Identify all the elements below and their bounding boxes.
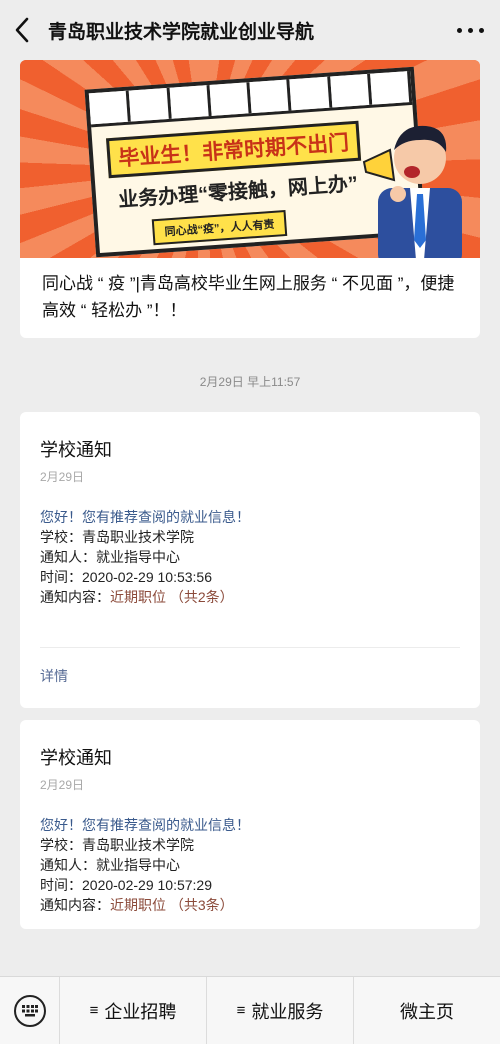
- notice-school: 青岛职业技术学院: [82, 529, 194, 545]
- notice-content: 近期职位 （共3条）: [110, 897, 234, 913]
- menu-label: 微主页: [400, 1001, 454, 1022]
- notice-notifier-row: 通知人：就业指导中心: [40, 549, 180, 565]
- notice-card[interactable]: 学校通知 2月29日 您好！您有推荐查阅的就业信息！ 学校：青岛职业技术学院 通…: [20, 720, 480, 929]
- notice-body: 您好！您有推荐查阅的就业信息！ 学校：青岛职业技术学院 通知人：就业指导中心 时…: [40, 507, 460, 607]
- article-banner-image: 毕业生！非常时期不出门 业务办理“零接触，网上办” 同心战“疫”，人人有责: [20, 60, 480, 258]
- top-nav-bar: 青岛职业技术学院就业创业导航: [0, 0, 500, 60]
- notice-date: 2月29日: [40, 778, 85, 792]
- menu-lines-icon: ≡: [89, 1002, 99, 1019]
- menu-label: 就业服务: [251, 1001, 324, 1022]
- notice-time-row: 时间：2020-02-29 10:57:29: [40, 877, 212, 893]
- keyboard-icon: [13, 994, 46, 1027]
- keyboard-toggle-button[interactable]: [0, 976, 60, 1044]
- menu-lines-icon: ≡: [236, 1002, 246, 1019]
- notice-school-row: 学校：青岛职业技术学院: [40, 529, 194, 545]
- notice-greeting: 您好！您有推荐查阅的就业信息！: [40, 509, 250, 525]
- message-timestamp: 2月29日 早上11:57: [199, 375, 301, 389]
- notice-content: 近期职位 （共2条）: [110, 589, 234, 605]
- page-title: 青岛职业技术学院就业创业导航: [48, 21, 315, 43]
- notice-card[interactable]: 学校通知 2月29日 您好！您有推荐查阅的就业信息！ 学校：青岛职业技术学院 通…: [20, 412, 480, 708]
- back-arrow-icon: [15, 17, 29, 43]
- menu-micro-homepage[interactable]: 微主页: [354, 977, 500, 1044]
- notice-notifier-row: 通知人：就业指导中心: [40, 857, 180, 873]
- menu-enterprise-recruitment[interactable]: ≡ 企业招聘: [60, 976, 207, 1044]
- divider: [40, 647, 460, 648]
- notice-title: 学校通知: [40, 440, 112, 460]
- notice-time: 2020-02-29 10:57:29: [82, 877, 212, 893]
- notice-greeting: 您好！您有推荐查阅的就业信息！: [40, 817, 250, 833]
- notice-time-row: 时间：2020-02-29 10:53:56: [40, 569, 212, 585]
- notice-content-row: 通知内容：近期职位 （共3条）: [40, 897, 234, 913]
- bottom-menu-bar: ≡ 企业招聘 ≡ 就业服务 微主页: [0, 976, 500, 1044]
- notice-time: 2020-02-29 10:53:56: [82, 569, 212, 585]
- more-dots-icon: [456, 27, 462, 33]
- menu-employment-services[interactable]: ≡ 就业服务: [207, 976, 354, 1044]
- banner-tag: 同心战“疫”，人人有责: [151, 209, 288, 246]
- megaphone-man-illustration: [362, 125, 462, 258]
- notice-date: 2月29日: [40, 470, 85, 484]
- notice-content-row: 通知内容：近期职位 （共2条）: [40, 589, 234, 605]
- message-feed: 毕业生！非常时期不出门 业务办理“零接触，网上办” 同心战“疫”，人人有责 同心…: [20, 60, 480, 941]
- notice-notifier: 就业指导中心: [96, 857, 180, 873]
- notice-notifier: 就业指导中心: [96, 549, 180, 565]
- back-button[interactable]: [0, 0, 44, 60]
- article-card[interactable]: 毕业生！非常时期不出门 业务办理“零接触，网上办” 同心战“疫”，人人有责 同心…: [20, 60, 480, 338]
- article-title[interactable]: 同心战 “ 疫 ”|青岛高校毕业生网上服务 “ 不见面 ”，便捷高效 “ 轻松办…: [20, 258, 480, 338]
- notice-school: 青岛职业技术学院: [82, 837, 194, 853]
- menu-label: 企业招聘: [104, 1001, 177, 1022]
- notice-body: 您好！您有推荐查阅的就业信息！ 学校：青岛职业技术学院 通知人：就业指导中心 时…: [40, 815, 460, 915]
- more-button[interactable]: [440, 0, 500, 60]
- notice-school-row: 学校：青岛职业技术学院: [40, 837, 194, 853]
- notice-title: 学校通知: [40, 748, 112, 768]
- notice-detail-link[interactable]: 详情: [40, 666, 460, 694]
